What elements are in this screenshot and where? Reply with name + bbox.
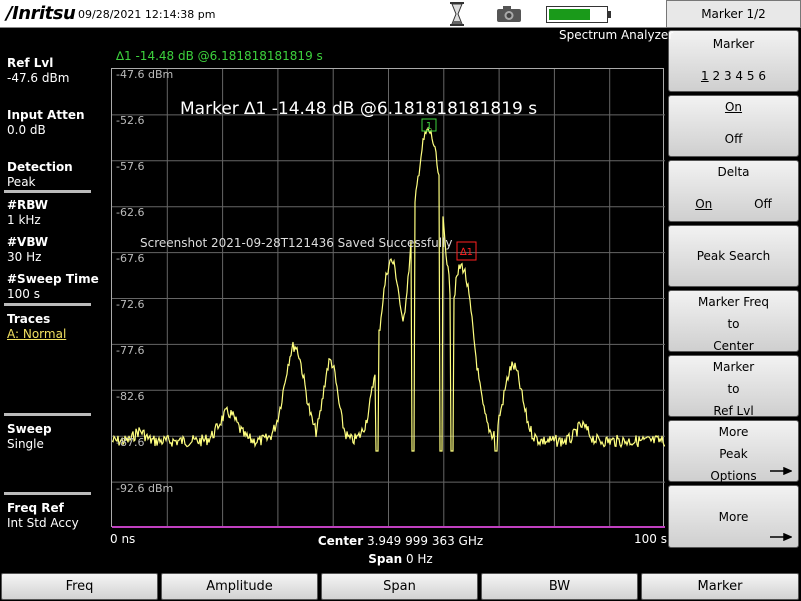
divider — [4, 190, 91, 193]
ref-lvl-value: -47.6 dBm — [7, 71, 70, 85]
mpo-line-2: Peak — [719, 447, 748, 461]
delta-off-option: Off — [754, 197, 772, 211]
marker-number-5[interactable]: 5 — [747, 69, 755, 83]
mftc-line-2: to — [727, 317, 740, 331]
y-tick-label: -62.6 — [116, 206, 145, 219]
y-tick-label: -92.6 dBm — [116, 482, 174, 495]
y-tick-label: -82.6 — [116, 390, 145, 403]
traces-value[interactable]: A: Normal — [7, 327, 66, 341]
off-option: Off — [724, 132, 743, 146]
marker-to-ref-lvl-button[interactable]: Marker to Ref Lvl — [668, 355, 799, 418]
span: Span 0 Hz — [0, 552, 801, 566]
y-tick-label: -57.6 — [116, 160, 145, 173]
marker-number-2[interactable]: 2 — [712, 69, 720, 83]
marker-number-list: 1 2 3 4 5 6 — [669, 65, 798, 87]
marker-readout: ∆1 -14.48 dB @6.181818181819 s — [116, 49, 323, 63]
right-arrow-icon — [770, 467, 792, 475]
y-tick-label: -47.6 dBm — [116, 68, 174, 81]
y-tick-label: -77.6 — [116, 344, 145, 357]
sweep-label: Sweep — [7, 422, 52, 436]
marker-on-off-button[interactable]: On Off — [668, 95, 799, 157]
mftc-line-1: Marker Freq — [698, 295, 769, 309]
main-menu-tabs: Freq Amplitude Span BW Marker — [0, 573, 801, 601]
detection-label: Detection — [7, 160, 73, 174]
span-value: 0 Hz — [405, 552, 433, 566]
delta-on-option: On — [695, 197, 713, 211]
y-tick-label: -87.6 — [116, 436, 145, 449]
sweep-time-label: #Sweep Time — [7, 272, 99, 286]
delta-options: On Off — [669, 193, 798, 215]
marker-number-4[interactable]: 4 — [735, 69, 743, 83]
freq-ref-value: Int Std Accy — [7, 516, 79, 530]
marker-freq-to-center-button[interactable]: Marker Freq to Center — [668, 290, 799, 353]
more-peak-options-button[interactable]: More Peak Options — [668, 420, 799, 483]
span-label: Span — [368, 552, 403, 566]
sweep-time-value: 100 s — [7, 287, 40, 301]
tab-amplitude[interactable]: Amplitude — [161, 573, 318, 600]
softkey-panel: Marker 1/2 Marker 1 2 3 4 5 6 On Off Del… — [666, 0, 801, 550]
mode-label: Spectrum Analyzer — [559, 28, 674, 42]
marker-select-label: Marker — [712, 37, 755, 51]
rbw-value: 1 kHz — [7, 213, 41, 227]
plot-grid — [112, 69, 665, 528]
marker-overlay-readout: Marker ∆1 -14.48 dB @6.181818181819 s — [180, 99, 538, 119]
vbw-label: #VBW — [7, 235, 49, 249]
marker-1-tag-text: 1 — [426, 121, 432, 132]
detection-value: Peak — [7, 175, 36, 189]
center-label: Center — [317, 534, 364, 548]
center-value: 3.949 999 363 GHz — [366, 534, 484, 548]
settings-readout-panel: Ref Lvl -47.6 dBm Input Atten 0.0 dB Det… — [0, 28, 110, 548]
hourglass-icon — [450, 2, 464, 26]
y-tick-label: -72.6 — [116, 298, 145, 311]
y-tick-label: -52.6 — [116, 114, 145, 127]
peak-search-button[interactable]: Peak Search — [668, 225, 799, 287]
more-label: More — [718, 510, 749, 524]
marker-number-6[interactable]: 6 — [758, 69, 766, 83]
analyzer-screen: /Inritsu 09/28/2021 12:14:38 pm Marker 1… — [0, 0, 801, 601]
rbw-label: #RBW — [7, 198, 49, 212]
input-atten-value: 0.0 dB — [7, 123, 46, 137]
on-option: On — [724, 100, 743, 114]
tab-marker[interactable]: Marker — [641, 573, 799, 600]
divider — [4, 413, 91, 416]
y-tick-label: -67.6 — [116, 252, 145, 265]
menu-title: Marker 1/2 — [666, 0, 801, 28]
sweep-value: Single — [7, 437, 44, 451]
trace-plot[interactable]: 1 ∆1 — [111, 68, 665, 528]
delta-marker-tag: ∆1 — [456, 241, 477, 261]
delta-marker-tag-text: ∆1 — [459, 247, 473, 258]
tab-freq[interactable]: Freq — [1, 573, 158, 600]
divider — [4, 303, 91, 306]
center-frequency: Center 3.949 999 363 GHz — [0, 534, 801, 548]
trace-plot-svg: 1 ∆1 — [112, 69, 665, 528]
camera-icon[interactable] — [497, 6, 521, 22]
tab-bw[interactable]: BW — [481, 573, 638, 600]
freq-ref-label: Freq Ref — [7, 501, 64, 515]
divider — [4, 492, 91, 495]
delta-button[interactable]: Delta On Off — [668, 160, 799, 222]
traces-label: Traces — [7, 312, 51, 326]
tab-span[interactable]: Span — [321, 573, 478, 600]
marker-number-1[interactable]: 1 — [701, 69, 709, 83]
datetime: 09/28/2021 12:14:38 pm — [78, 8, 216, 21]
marker-number-3[interactable]: 3 — [724, 69, 732, 83]
status-bar: /Inritsu 09/28/2021 12:14:38 pm — [0, 0, 666, 28]
mftc-line-3: Center — [713, 339, 754, 353]
mtrl-line-2: to — [727, 382, 740, 396]
mtrl-line-3: Ref Lvl — [713, 404, 754, 418]
marker-select-button[interactable]: Marker 1 2 3 4 5 6 — [668, 30, 799, 92]
mtrl-line-1: Marker — [712, 360, 755, 374]
vbw-value: 30 Hz — [7, 250, 42, 264]
input-atten-label: Input Atten — [7, 108, 85, 122]
brand-logo: /Inritsu — [6, 3, 76, 24]
mpo-line-1: More — [718, 425, 749, 439]
ref-lvl-label: Ref Lvl — [7, 56, 54, 70]
battery-icon — [546, 6, 611, 23]
save-status-message: Screenshot 2021-09-28T121436 Saved Succe… — [140, 236, 453, 250]
marker-1-tag: 1 — [421, 118, 437, 132]
delta-label: Delta — [717, 165, 750, 179]
